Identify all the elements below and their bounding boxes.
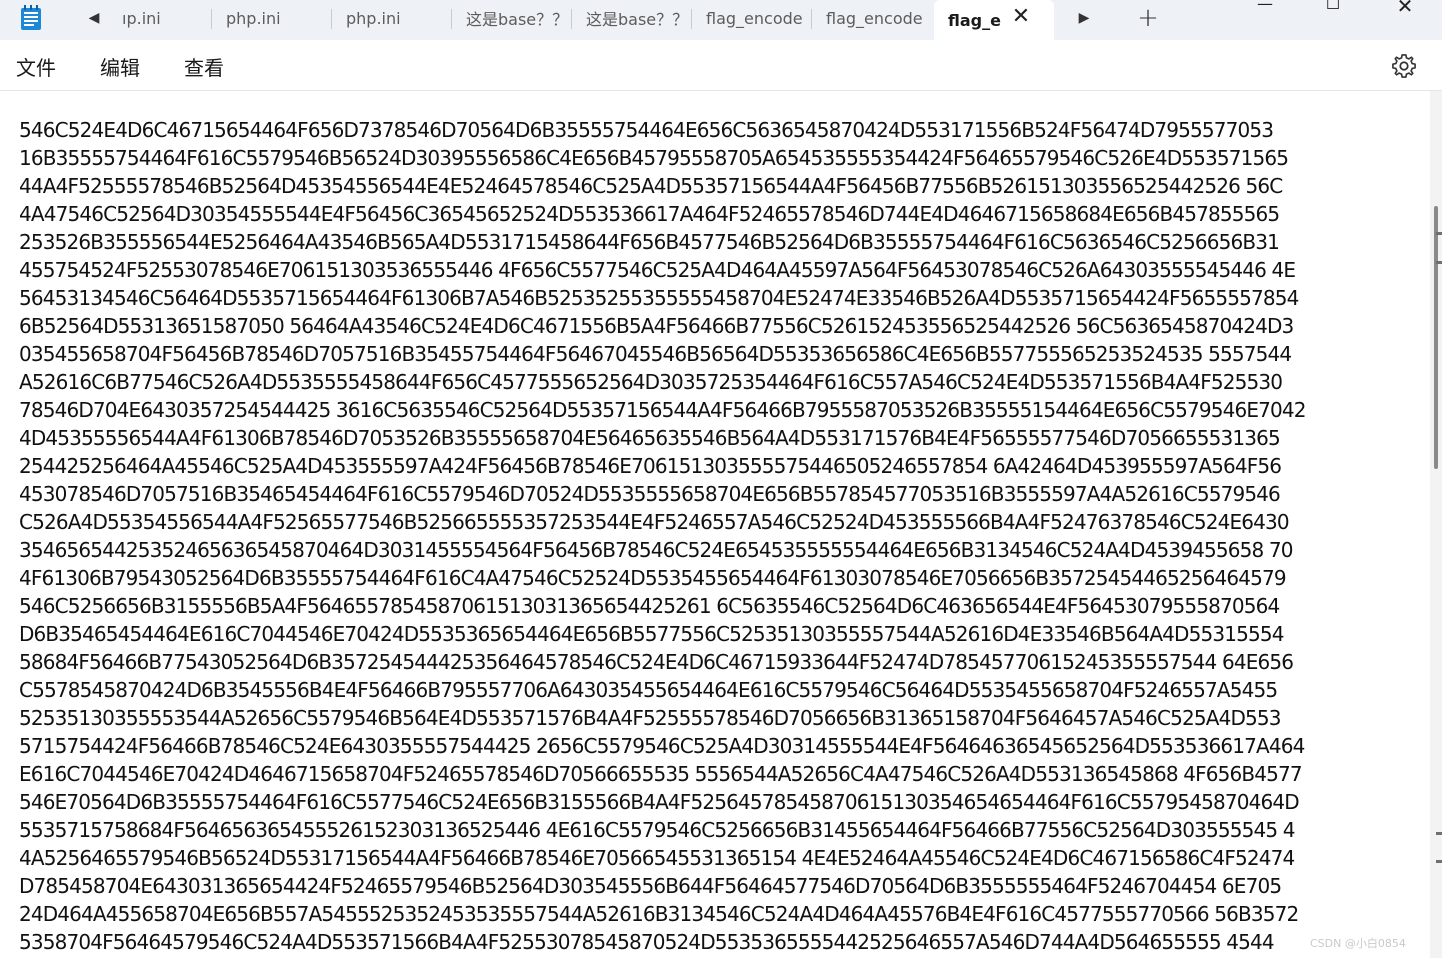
scroll-marker xyxy=(1436,261,1442,264)
scroll-marker xyxy=(1436,232,1442,235)
text-line[interactable]: 253526B355556544E5256464A43546B565A4D553… xyxy=(19,228,1280,256)
maximize-button[interactable]: ☐ xyxy=(1318,0,1348,14)
text-line[interactable]: 5715754424F56466B78546C524E6430355557544… xyxy=(19,732,1305,760)
text-line[interactable]: C5578545870424D6B3545556B4E4F56466B79555… xyxy=(19,676,1278,704)
tab-label: flag_encode xyxy=(826,8,923,28)
text-line[interactable]: 5358704F56464579546C524A4D553571566B4A4F… xyxy=(19,928,1275,956)
tab-4[interactable]: 这是base？？ xyxy=(452,0,572,36)
tab-label: 这是base？？ xyxy=(466,10,569,29)
text-line[interactable]: D785458704E643031365654424F52465579546B5… xyxy=(19,872,1282,900)
notepad-icon[interactable] xyxy=(20,5,42,31)
text-line[interactable]: 24D464A455658704E656B557A545552535245353… xyxy=(19,900,1299,928)
window-close-button[interactable]: ✕ xyxy=(1390,0,1420,18)
menu-file[interactable]: 文件 xyxy=(16,52,56,81)
scroll-marker xyxy=(1436,860,1442,863)
text-line[interactable]: 4F61306B79543052564D6B35555754464F616C4A… xyxy=(19,564,1287,592)
watermark-text: CSDN @小白0854 xyxy=(1310,937,1406,950)
close-tab-icon[interactable]: ✕ xyxy=(1010,6,1032,28)
tab-6[interactable]: flag_encode xyxy=(692,0,812,36)
tab-bar: ◀ ıp.ini php.ini php.ini 这是base？？ 这是base… xyxy=(0,0,1442,40)
tab-active[interactable]: flag_e ✕ xyxy=(934,0,1054,40)
tab-1[interactable]: ıp.ini xyxy=(108,0,212,36)
text-line[interactable]: 035455658704F56456B78546D7057516B3545575… xyxy=(19,340,1292,368)
tab-label: php.ini xyxy=(346,8,401,28)
text-line[interactable]: 254425256464A45546C525A4D453555597A424F5… xyxy=(19,452,1282,480)
text-line[interactable]: D6B35465454464E616C7044546E70424D5535365… xyxy=(19,620,1284,648)
text-line[interactable]: 4D45355556544A4F61306B78546D7053526B3555… xyxy=(19,424,1281,452)
menu-edit[interactable]: 编辑 xyxy=(100,52,140,81)
text-line[interactable]: 453078546D7057516B35465454464F616C557954… xyxy=(19,480,1281,508)
maximize-icon: ☐ xyxy=(1325,0,1341,13)
scroll-tabs-left-button[interactable]: ◀ xyxy=(76,0,112,36)
tab-2[interactable]: php.ini xyxy=(212,0,332,36)
close-icon: ✕ xyxy=(1396,0,1414,18)
text-line[interactable]: E616C7044546E70424D4646715658704F5246557… xyxy=(19,760,1303,788)
text-line[interactable]: 56453134546C56464D5535715654464F61306B7A… xyxy=(19,284,1299,312)
plus-icon: + xyxy=(1137,3,1159,33)
tab-label: 这是base？？ xyxy=(586,10,689,29)
text-line[interactable]: 35465654425352465636545870464D3031455554… xyxy=(19,536,1293,564)
chevron-left-icon: ◀ xyxy=(88,10,100,26)
menu-bar: 文件 编辑 查看 xyxy=(0,40,1442,91)
gear-icon[interactable] xyxy=(1390,52,1418,80)
text-line[interactable]: A52616C6B77546C526A4D5535555458644F656C4… xyxy=(19,368,1283,396)
text-line[interactable]: 6B52564D55313651587050 56464A43546C524E4… xyxy=(19,312,1294,340)
tab-label: ıp.ini xyxy=(122,8,161,28)
text-line[interactable]: 16B35555754464F616C5579546B56524D3039555… xyxy=(19,144,1289,172)
vertical-scrollbar[interactable] xyxy=(1430,91,1442,958)
scroll-tabs-right-button[interactable]: ▶ xyxy=(1066,0,1102,36)
text-line[interactable]: 4A5256465579546B56524D55317156544A4F5646… xyxy=(19,844,1295,872)
chevron-right-icon: ▶ xyxy=(1078,10,1090,26)
tab-7[interactable]: flag_encode xyxy=(812,0,934,36)
text-line[interactable]: 58684F56466B77543052564D6B35725454442535… xyxy=(19,648,1294,676)
tab-label: flag_e xyxy=(948,10,1001,30)
text-line[interactable]: 4A47546C52564D30354555544E4F56456C365456… xyxy=(19,200,1280,228)
tab-5[interactable]: 这是base？？ xyxy=(572,0,692,36)
text-line[interactable]: 546C5256656B3155556B5A4F5646557854587061… xyxy=(19,592,1280,620)
text-line[interactable]: 546E70564D6B35555754464F616C5577546C524E… xyxy=(19,788,1300,816)
tab-label: php.ini xyxy=(226,8,281,28)
text-line[interactable]: 546C524E4D6C46715654464F656D7378546D7056… xyxy=(19,116,1274,144)
text-line[interactable]: 52535130355553544A52656C5579546B564E4D55… xyxy=(19,704,1281,732)
new-tab-button[interactable]: + xyxy=(1130,0,1166,36)
text-line[interactable]: 5535715758684F56465636545552615230313652… xyxy=(19,816,1295,844)
text-line[interactable]: 455754524F52553078546E706151303536555446… xyxy=(19,256,1296,284)
text-editor[interactable]: 546C524E4D6C46715654464F656D7378546D7056… xyxy=(0,91,1430,958)
text-line[interactable]: C526A4D55354556544A4F52565577546B5256655… xyxy=(19,508,1290,536)
tab-label: flag_encode xyxy=(706,8,803,28)
menu-view[interactable]: 查看 xyxy=(184,52,224,81)
tab-3[interactable]: php.ini xyxy=(332,0,452,36)
text-line[interactable]: 78546D704E6430357254544425 3616C5635546C… xyxy=(19,396,1306,424)
minimize-icon: — xyxy=(1257,0,1273,13)
scroll-marker xyxy=(1436,832,1442,835)
text-line[interactable]: 44A4F52555578546B52564D45354556544E4E524… xyxy=(19,172,1283,200)
minimize-button[interactable]: — xyxy=(1250,0,1280,14)
scrollbar-thumb[interactable] xyxy=(1434,206,1438,469)
